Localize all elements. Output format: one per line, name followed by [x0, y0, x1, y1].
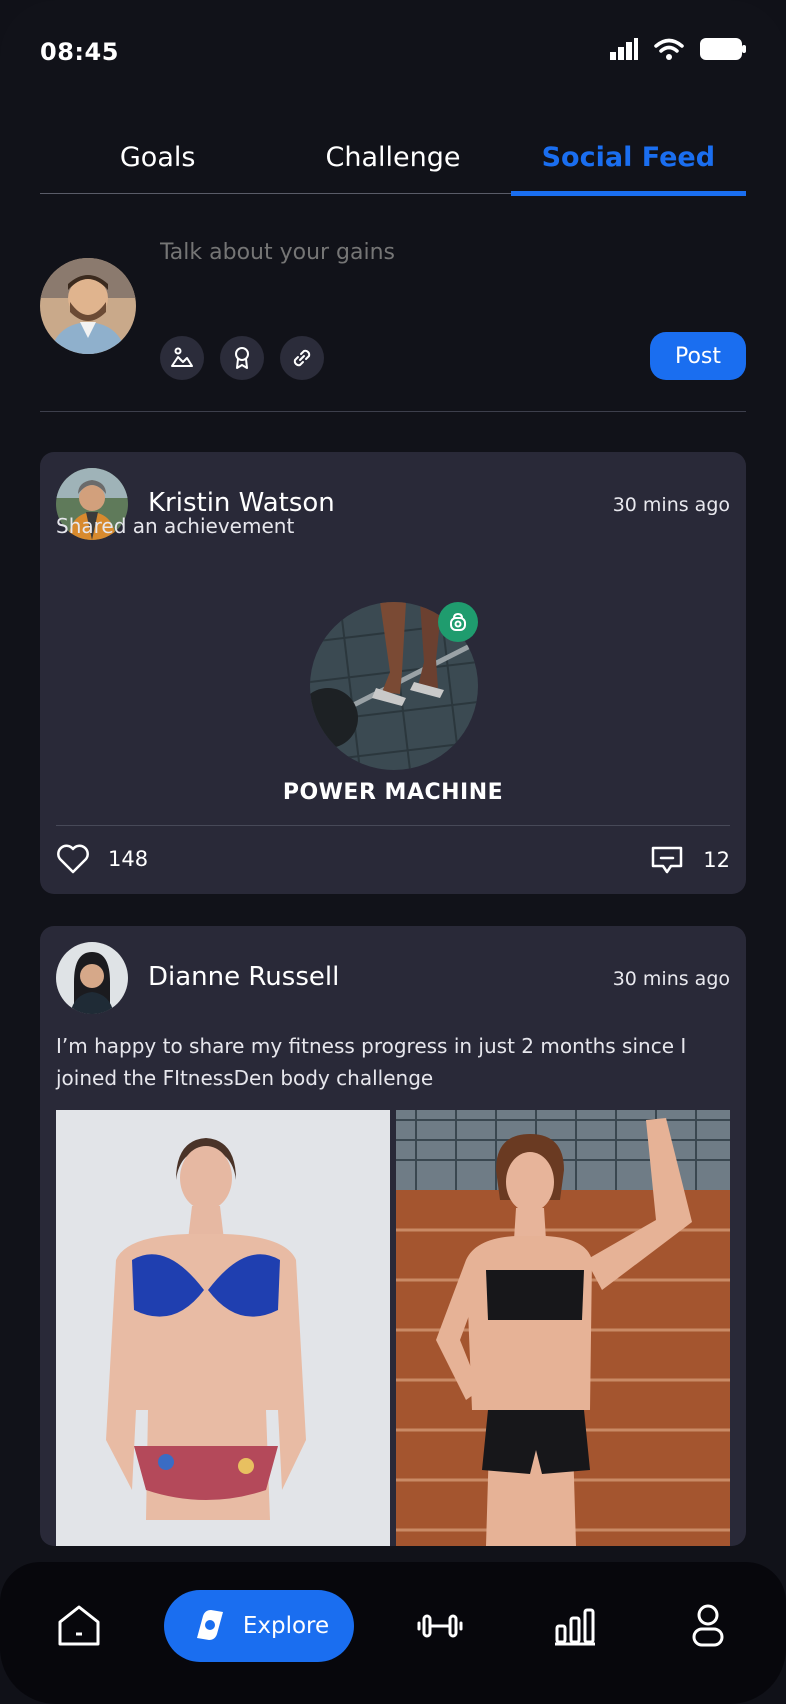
- award-icon: [235, 347, 249, 369]
- like-count: 148: [108, 847, 149, 871]
- like-button[interactable]: 148: [56, 844, 148, 874]
- explore-icon: [196, 1610, 223, 1640]
- tab-challenge[interactable]: Challenge: [275, 138, 510, 193]
- progress-photos: [56, 1110, 730, 1546]
- bottom-nav: Explore: [0, 1562, 786, 1704]
- comment-button[interactable]: 12: [649, 844, 730, 876]
- comment-count: 12: [703, 848, 730, 872]
- add-link-button[interactable]: [280, 336, 324, 380]
- nav-workout[interactable]: [408, 1590, 472, 1662]
- status-time: 08:45: [40, 38, 119, 66]
- link-icon: [293, 349, 311, 367]
- stats-icon: [555, 1608, 595, 1646]
- comment-icon: [652, 846, 683, 874]
- composer-tools: [160, 336, 324, 380]
- nav-explore[interactable]: Explore: [164, 1590, 354, 1662]
- post-time: 30 mins ago: [612, 968, 730, 990]
- signal-icon: [610, 38, 638, 60]
- home-icon: [58, 1605, 100, 1646]
- nav-stats[interactable]: [540, 1590, 610, 1662]
- image-icon: [171, 347, 193, 367]
- divider: [40, 411, 746, 412]
- after-photo[interactable]: [396, 1110, 730, 1546]
- heart-icon: [57, 844, 89, 874]
- author-avatar[interactable]: [56, 942, 128, 1014]
- post-text-line-2: joined the FItnessDen body challenge: [56, 1066, 434, 1090]
- achievement-title: POWER MACHINE: [282, 780, 504, 805]
- tab-social-feed[interactable]: Social Feed: [510, 138, 747, 196]
- post-text: Shared an achievement: [56, 514, 295, 538]
- feed-post-progress: Dianne Russell 30 mins ago I’m happy to …: [40, 926, 746, 1546]
- user-avatar: [40, 258, 136, 354]
- app-screen: 08:45 Goals Challenge Social Feed Talk a…: [0, 0, 786, 1704]
- wifi-icon: [654, 38, 684, 60]
- post-text-line-1: I’m happy to share my fitness progress i…: [56, 1034, 687, 1058]
- tab-goals[interactable]: Goals: [40, 138, 275, 193]
- post-time: 30 mins ago: [612, 494, 730, 516]
- post-composer-input[interactable]: [160, 232, 640, 272]
- achievement-badge: [438, 602, 478, 642]
- post-button[interactable]: Post: [650, 332, 746, 380]
- nav-profile[interactable]: [680, 1590, 736, 1662]
- dumbbell-icon: [417, 1614, 463, 1638]
- kettlebell-icon: [450, 612, 466, 631]
- nav-home[interactable]: [48, 1590, 110, 1662]
- feed-post-achievement: Kristin Watson 30 mins ago Shared an ach…: [40, 452, 746, 894]
- battery-icon: [700, 38, 746, 60]
- profile-icon: [692, 1604, 724, 1647]
- add-achievement-button[interactable]: [220, 336, 264, 380]
- before-photo[interactable]: [56, 1110, 390, 1546]
- nav-explore-label: Explore: [242, 1613, 330, 1639]
- add-image-button[interactable]: [160, 336, 204, 380]
- status-icons: [610, 38, 746, 60]
- card-divider: [56, 825, 730, 826]
- tab-bar: Goals Challenge Social Feed: [40, 138, 747, 196]
- author-name[interactable]: Dianne Russell: [148, 962, 339, 992]
